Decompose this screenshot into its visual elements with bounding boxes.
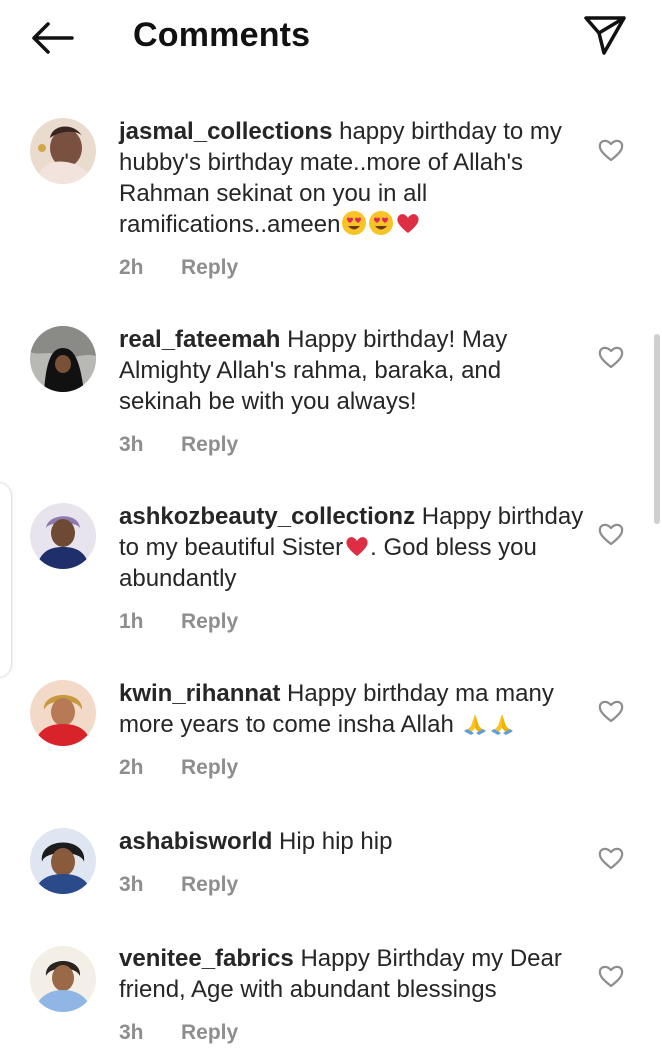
avatar[interactable] [30, 503, 96, 569]
timestamp: 3h [119, 1021, 144, 1044]
heart-outline-icon [598, 965, 624, 988]
timestamp: 3h [119, 873, 144, 896]
heart-outline-icon [598, 346, 624, 369]
back-button[interactable] [28, 16, 76, 60]
red-heart-emoji [397, 214, 420, 233]
username-link[interactable]: jasmal_collections [119, 118, 332, 145]
folded-hands-emoji [463, 714, 486, 735]
username-link[interactable]: ashkozbeauty_collectionz [119, 503, 415, 530]
comment-text: ashkozbeauty_collectionz Happy birthday … [119, 503, 584, 592]
timestamp: 1h [119, 610, 144, 633]
comment-text: venitee_fabrics Happy Birthday my Dear f… [119, 945, 562, 1003]
comment-meta: 3h Reply [119, 433, 589, 457]
avatar[interactable] [30, 326, 96, 392]
avatar[interactable] [30, 828, 96, 894]
like-button[interactable] [597, 698, 625, 724]
username-link[interactable]: venitee_fabrics [119, 945, 294, 972]
like-button[interactable] [597, 845, 625, 871]
comment-meta: 1h Reply [119, 610, 589, 634]
comment-text: ashabisworld Hip hip hip [119, 828, 393, 855]
heart-outline-icon [598, 847, 624, 870]
heart-outline-icon [598, 523, 624, 546]
reply-button[interactable]: Reply [181, 1021, 238, 1045]
heart-outline-icon [598, 139, 624, 162]
avatar[interactable] [30, 118, 96, 184]
comment-meta: 3h Reply [119, 873, 589, 897]
heart-outline-icon [598, 700, 624, 723]
avatar[interactable] [30, 946, 96, 1012]
comment-text: jasmal_collections happy birthday to my … [119, 118, 562, 238]
comment-text: real_fateemah Happy birthday! May Almigh… [119, 326, 508, 415]
timestamp: 2h [119, 756, 144, 779]
scrollbar[interactable] [654, 334, 660, 524]
like-button[interactable] [597, 137, 625, 163]
heart-eyes-emoji [369, 211, 394, 235]
username-link[interactable]: kwin_rihannat [119, 680, 280, 707]
like-button[interactable] [597, 963, 625, 989]
edge-panel[interactable] [0, 482, 12, 678]
comment-meta: 2h Reply [119, 756, 589, 780]
timestamp: 3h [119, 433, 144, 456]
folded-hands-emoji [490, 714, 513, 735]
username-link[interactable]: ashabisworld [119, 828, 272, 855]
comment-text: kwin_rihannat Happy birthday ma many mor… [119, 680, 554, 738]
reply-button[interactable]: Reply [181, 873, 238, 897]
red-heart-emoji [346, 537, 368, 556]
top-bar: Comments [0, 0, 662, 76]
avatar[interactable] [30, 680, 96, 746]
reply-button[interactable]: Reply [181, 256, 238, 280]
share-button[interactable] [582, 13, 628, 57]
comment-meta: 2h Reply [119, 256, 589, 280]
timestamp: 2h [119, 256, 144, 279]
reply-button[interactable]: Reply [181, 756, 238, 780]
reply-button[interactable]: Reply [181, 433, 238, 457]
paper-plane-icon [584, 16, 626, 55]
page-title: Comments [133, 16, 311, 54]
like-button[interactable] [597, 521, 625, 547]
reply-button[interactable]: Reply [181, 610, 238, 634]
comment-meta: 3h Reply [119, 1021, 589, 1045]
arrow-left-icon [32, 22, 74, 54]
heart-eyes-emoji [342, 211, 367, 235]
username-link[interactable]: real_fateemah [119, 326, 280, 353]
like-button[interactable] [597, 344, 625, 370]
